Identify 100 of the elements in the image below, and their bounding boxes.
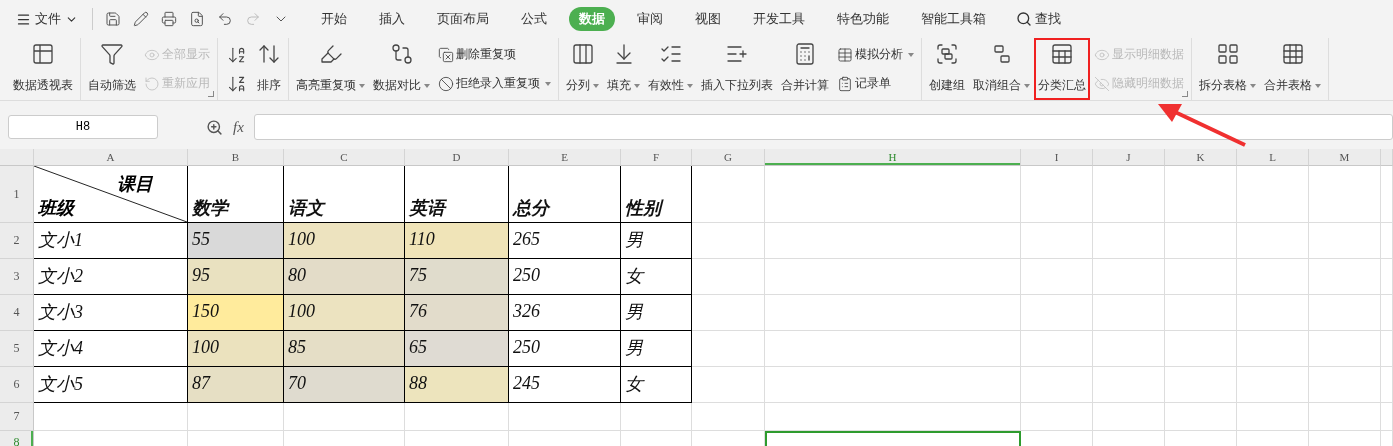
- ribbon-button[interactable]: 数据透视表: [9, 38, 77, 100]
- grid-cell: [1381, 403, 1393, 431]
- table-cell: 文小4: [34, 331, 188, 367]
- zoom-icon[interactable]: [206, 118, 223, 136]
- grid-icon: [1280, 42, 1305, 66]
- column-header[interactable]: H: [765, 149, 1021, 166]
- row-header[interactable]: 2: [0, 223, 34, 259]
- grid-cell: [1165, 259, 1237, 295]
- ribbon-button[interactable]: 自动筛选: [84, 38, 140, 100]
- grid-cell: [1093, 295, 1165, 331]
- column-header[interactable]: G: [692, 149, 765, 166]
- table-cell: 65: [405, 331, 509, 367]
- table-cell: 男: [621, 295, 692, 331]
- search-button[interactable]: 查找: [1010, 9, 1067, 29]
- formula-input[interactable]: [253, 114, 1393, 140]
- grid-cell: [1237, 403, 1309, 431]
- column-header[interactable]: F: [621, 149, 692, 166]
- ribbon-button[interactable]: 插入下拉列表: [697, 38, 777, 100]
- group-icon: [935, 42, 959, 66]
- eye-off-icon: [1094, 75, 1110, 92]
- table-cell: 男: [621, 331, 692, 367]
- row-header[interactable]: 3: [0, 259, 34, 295]
- column-header[interactable]: A: [34, 149, 188, 166]
- table-cell: 110: [405, 223, 509, 259]
- ribbon-button[interactable]: 有效性: [644, 38, 697, 100]
- table-cell: 250: [509, 259, 621, 295]
- column-header[interactable]: K: [1165, 149, 1237, 166]
- table-cell: 265: [509, 223, 621, 259]
- ribbon-tab[interactable]: 视图: [685, 7, 731, 31]
- table-cell: 女: [621, 367, 692, 403]
- grid-cell: [1237, 166, 1309, 223]
- ribbon-tab[interactable]: 插入: [369, 7, 415, 31]
- grid-cell: [1381, 166, 1393, 223]
- ribbon-button[interactable]: 合并表格: [1260, 38, 1325, 100]
- ribbon-button[interactable]: 填充: [603, 38, 644, 100]
- ribbon-tab[interactable]: 开发工具: [743, 7, 815, 31]
- ribbon-button[interactable]: 合并计算: [777, 38, 833, 100]
- row-header[interactable]: 6: [0, 367, 34, 403]
- table-cell: 文小2: [34, 259, 188, 295]
- ribbon-small-button[interactable]: 拒绝录入重复项: [436, 74, 553, 93]
- table-cell: 性别: [621, 166, 692, 223]
- ribbon-button[interactable]: 拆分表格: [1195, 38, 1260, 100]
- ribbon-button[interactable]: 分类汇总: [1034, 38, 1090, 100]
- copy-remove-icon: [438, 46, 454, 63]
- launcher-icon[interactable]: [1182, 91, 1188, 97]
- column-header[interactable]: L: [1237, 149, 1309, 166]
- column-header[interactable]: M: [1309, 149, 1381, 166]
- calculator-icon: [793, 42, 817, 66]
- ribbon-small-button[interactable]: 模拟分析: [835, 45, 916, 64]
- row-header[interactable]: 5: [0, 331, 34, 367]
- column-header[interactable]: I: [1021, 149, 1093, 166]
- grid-cell: [1165, 166, 1237, 223]
- ribbon-tab[interactable]: 审阅: [627, 7, 673, 31]
- table-cell: 80: [284, 259, 405, 295]
- menu-icon: [16, 11, 31, 27]
- table-cell: 150: [188, 295, 284, 331]
- caret-icon: [908, 52, 914, 57]
- column-header[interactable]: B: [188, 149, 284, 166]
- ribbon-tab[interactable]: 公式: [511, 7, 557, 31]
- grid-cell: [1237, 223, 1309, 259]
- grid-cell: [1309, 403, 1381, 431]
- caret-icon: [1250, 83, 1256, 88]
- file-menu[interactable]: 文件: [10, 8, 84, 30]
- grid-cell: [1309, 223, 1381, 259]
- print-icon: [161, 11, 177, 27]
- launcher-icon[interactable]: [208, 91, 214, 97]
- table-cell: 88: [405, 367, 509, 403]
- ribbon-tab[interactable]: 开始: [311, 7, 357, 31]
- compare-icon: [389, 42, 414, 66]
- ribbon-button[interactable]: 数据对比: [369, 38, 434, 100]
- table-cell: 100: [284, 223, 405, 259]
- print-preview-icon: [189, 11, 205, 27]
- grid-cell: [1381, 367, 1393, 403]
- ribbon-tab[interactable]: 特色功能: [827, 7, 899, 31]
- ribbon-button[interactable]: 取消组合: [969, 38, 1034, 100]
- ribbon-tab[interactable]: 页面布局: [427, 7, 499, 31]
- column-header[interactable]: J: [1093, 149, 1165, 166]
- cell-text: 课目: [117, 173, 153, 196]
- ribbon-button[interactable]: 排序: [253, 38, 285, 100]
- ribbon-small-button[interactable]: 删除重复项: [436, 45, 553, 64]
- table-cell: 70: [284, 367, 405, 403]
- ribbon-button[interactable]: 高亮重复项: [292, 38, 369, 100]
- row-header[interactable]: 8: [0, 431, 34, 446]
- sheet-icon: [1050, 42, 1074, 66]
- column-header[interactable]: C: [284, 149, 405, 166]
- grid-cell: [1093, 223, 1165, 259]
- row-header[interactable]: 4: [0, 295, 34, 331]
- caret-icon: [593, 83, 599, 88]
- table-cell: 87: [188, 367, 284, 403]
- row-header[interactable]: 7: [0, 403, 34, 431]
- name-box[interactable]: H8: [8, 115, 158, 139]
- ribbon-tab[interactable]: 智能工具箱: [911, 7, 996, 31]
- row-header[interactable]: 1: [0, 166, 34, 223]
- cell-text: 班级: [38, 197, 74, 220]
- ribbon-button[interactable]: 分列: [562, 38, 603, 100]
- ribbon-small-button[interactable]: 记录单: [835, 74, 916, 93]
- grid-cell: [1237, 367, 1309, 403]
- column-header[interactable]: E: [509, 149, 621, 166]
- column-header[interactable]: D: [405, 149, 509, 166]
- ribbon-button[interactable]: 创建组: [925, 38, 969, 100]
